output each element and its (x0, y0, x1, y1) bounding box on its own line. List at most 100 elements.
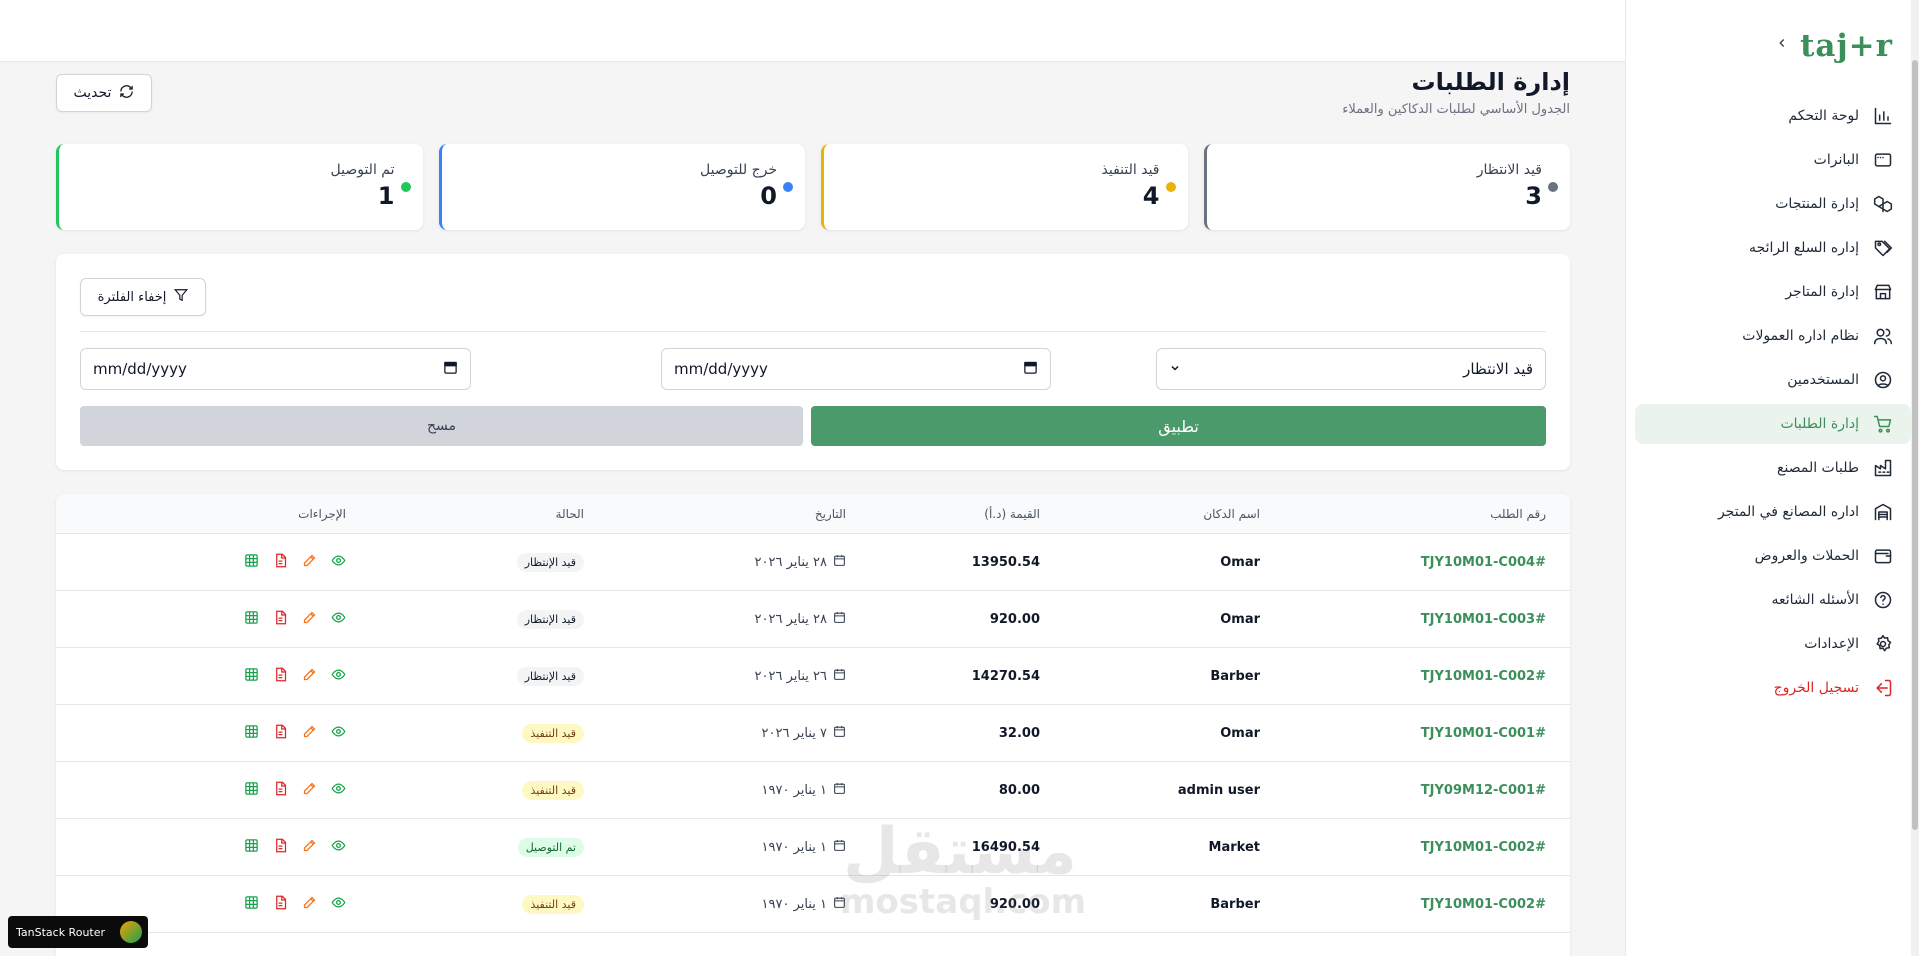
eye-icon[interactable] (331, 610, 346, 629)
spreadsheet-icon[interactable] (244, 667, 259, 686)
spreadsheet-icon[interactable] (244, 610, 259, 629)
store-icon (1871, 280, 1895, 304)
order-number-link[interactable]: TJY10M01-C004# (1421, 555, 1546, 570)
sidebar-item-label: البانرات (1813, 152, 1859, 168)
sidebar-item-bar-chart[interactable]: لوحة التحكم (1635, 96, 1911, 136)
order-value: 920.00 (989, 611, 1040, 627)
sidebar-item-banner[interactable]: البانرات (1635, 140, 1911, 180)
wallet-icon (1871, 544, 1895, 568)
order-date: ١ يناير ١٩٧٠ (761, 782, 827, 798)
chevron-left-icon[interactable] (1775, 34, 1789, 55)
sidebar-item-store[interactable]: إدارة المتاجر (1635, 272, 1911, 312)
edit-icon[interactable] (302, 838, 317, 857)
table-row[interactable]: TJY10M01-C001# Omar 32.00 ٧ يناير ٢٠٢٦ قيد ا… (56, 705, 1570, 762)
table-row[interactable]: TJY09M12-C001# admin user 80.00 ١ يناير ١٩٧… (56, 762, 1570, 819)
edit-icon[interactable] (302, 895, 317, 914)
tags-icon (1871, 236, 1895, 260)
sidebar-item-wallet[interactable]: الحملات والعروض (1635, 536, 1911, 576)
pdf-icon[interactable] (273, 667, 288, 686)
sidebar-item-label: إدارة المتاجر (1785, 284, 1859, 300)
table-row[interactable]: TJY10M01-C002# Barber 920.00 ١ يناير ١٩٧٠ قي… (56, 876, 1570, 933)
order-number-link[interactable]: TJY10M01-C002# (1421, 840, 1546, 855)
col-shop[interactable]: اسم الدكان (1203, 494, 1260, 533)
eye-icon[interactable] (331, 838, 346, 857)
date-from-input[interactable]: mm/dd/yyyy (661, 348, 1051, 390)
spreadsheet-icon[interactable] (244, 895, 259, 914)
order-number-link[interactable]: TJY10M01-C001# (1421, 726, 1546, 741)
stat-value: 4 (1142, 182, 1160, 210)
eye-icon[interactable] (331, 724, 346, 743)
status-select[interactable]: قيد الانتظار (1156, 348, 1546, 390)
date-to-placeholder: mm/dd/yyyy (93, 360, 187, 378)
sidebar-item-help-circle[interactable]: الأسئله الشائعه (1635, 580, 1911, 620)
table-row[interactable]: TJY10M01-C003# Omar 920.00 ٢٨ يناير ٢٠٢٦ قيد… (56, 591, 1570, 648)
sidebar-item-users[interactable]: نظام اداره العمولات (1635, 316, 1911, 356)
col-order[interactable]: رقم الطلب (1490, 494, 1546, 533)
order-number-link[interactable]: TJY10M01-C002# (1421, 897, 1546, 912)
pdf-icon[interactable] (273, 553, 288, 572)
pdf-icon[interactable] (273, 610, 288, 629)
edit-icon[interactable] (302, 781, 317, 800)
sidebar-item-gear[interactable]: الإعدادات (1635, 624, 1911, 664)
scrollbar[interactable] (1911, 0, 1919, 956)
status-dot-icon (1165, 182, 1176, 192)
pdf-icon[interactable] (273, 838, 288, 857)
spreadsheet-icon[interactable] (244, 838, 259, 857)
shop-name: Omar (1220, 725, 1260, 741)
shop-name: Barber (1210, 896, 1260, 912)
order-number-link[interactable]: TJY09M12-C001# (1421, 783, 1546, 798)
table-row[interactable]: TJY10M01-C002# Market 16490.54 ١ يناير ١٩٧٠… (56, 819, 1570, 876)
apply-button[interactable]: تطبيق (811, 406, 1546, 446)
sidebar-item-logout[interactable]: تسجيل الخروج (1635, 668, 1911, 708)
sidebar-item-warehouse[interactable]: اداره المصانع في المتجر (1635, 492, 1911, 532)
table-row[interactable]: TJY10M01-C002# Barber 14270.54 ٢٦ يناير ٢٠٢… (56, 648, 1570, 705)
col-status[interactable]: الحالة (556, 494, 584, 533)
sidebar-item-cart[interactable]: إدارة الطلبات (1635, 404, 1911, 444)
sidebar-item-tags[interactable]: إداره السلع الرائجه (1635, 228, 1911, 268)
edit-icon[interactable] (302, 724, 317, 743)
users-icon (1871, 324, 1895, 348)
filter-icon (174, 288, 189, 306)
eye-icon[interactable] (331, 781, 346, 800)
eye-icon[interactable] (331, 895, 346, 914)
shop-name: Omar (1220, 611, 1260, 627)
sidebar-item-boxes[interactable]: إدارة المنتجات (1635, 184, 1911, 224)
sidebar-item-label: الحملات والعروض (1754, 548, 1859, 564)
edit-icon[interactable] (302, 553, 317, 572)
refresh-button[interactable]: تحديث (56, 74, 152, 112)
shop-name: Omar (1220, 554, 1260, 570)
pdf-icon[interactable] (273, 781, 288, 800)
order-number-link[interactable]: TJY10M01-C002# (1421, 669, 1546, 684)
pdf-icon[interactable] (273, 895, 288, 914)
calendar-icon[interactable] (1023, 360, 1038, 379)
tanstack-router-devtools[interactable]: TanStack Router (8, 916, 148, 948)
sidebar-item-label: إدارة المنتجات (1775, 196, 1859, 212)
col-date[interactable]: التاريخ (815, 494, 846, 533)
scrollbar-thumb[interactable] (1912, 60, 1918, 830)
page-title: إدارة الطلبات (1411, 68, 1570, 96)
clear-button[interactable]: مسح (80, 406, 803, 446)
calendar-icon[interactable] (443, 360, 458, 379)
row-actions (244, 724, 346, 743)
col-value[interactable]: القيمة (د.أ) (984, 494, 1040, 533)
table-row[interactable]: TJY10M01-C004# Omar 13950.54 ٢٨ يناير ٢٠٢٦ ق… (56, 534, 1570, 591)
pdf-icon[interactable] (273, 724, 288, 743)
sidebar-item-user-circle[interactable]: المستخدمين (1635, 360, 1911, 400)
stat-label: قيد التنفيذ (1101, 162, 1160, 178)
spreadsheet-icon[interactable] (244, 553, 259, 572)
order-value: 32.00 (998, 725, 1040, 741)
hide-filter-button[interactable]: إخفاء الفلترة (80, 278, 206, 316)
order-date: ٢٨ يناير ٢٠٢٦ (754, 611, 827, 627)
order-number-link[interactable]: TJY10M01-C003# (1421, 612, 1546, 627)
sidebar-item-factory[interactable]: طلبات المصنع (1635, 448, 1911, 488)
brand-logo[interactable]: taj+r (1800, 28, 1893, 64)
edit-icon[interactable] (302, 610, 317, 629)
eye-icon[interactable] (331, 667, 346, 686)
date-to-input[interactable]: mm/dd/yyyy (80, 348, 471, 390)
eye-icon[interactable] (331, 553, 346, 572)
edit-icon[interactable] (302, 667, 317, 686)
status-badge: قيد الإنتظار (516, 552, 584, 572)
spreadsheet-icon[interactable] (244, 781, 259, 800)
order-value: 14270.54 (971, 668, 1040, 684)
spreadsheet-icon[interactable] (244, 724, 259, 743)
